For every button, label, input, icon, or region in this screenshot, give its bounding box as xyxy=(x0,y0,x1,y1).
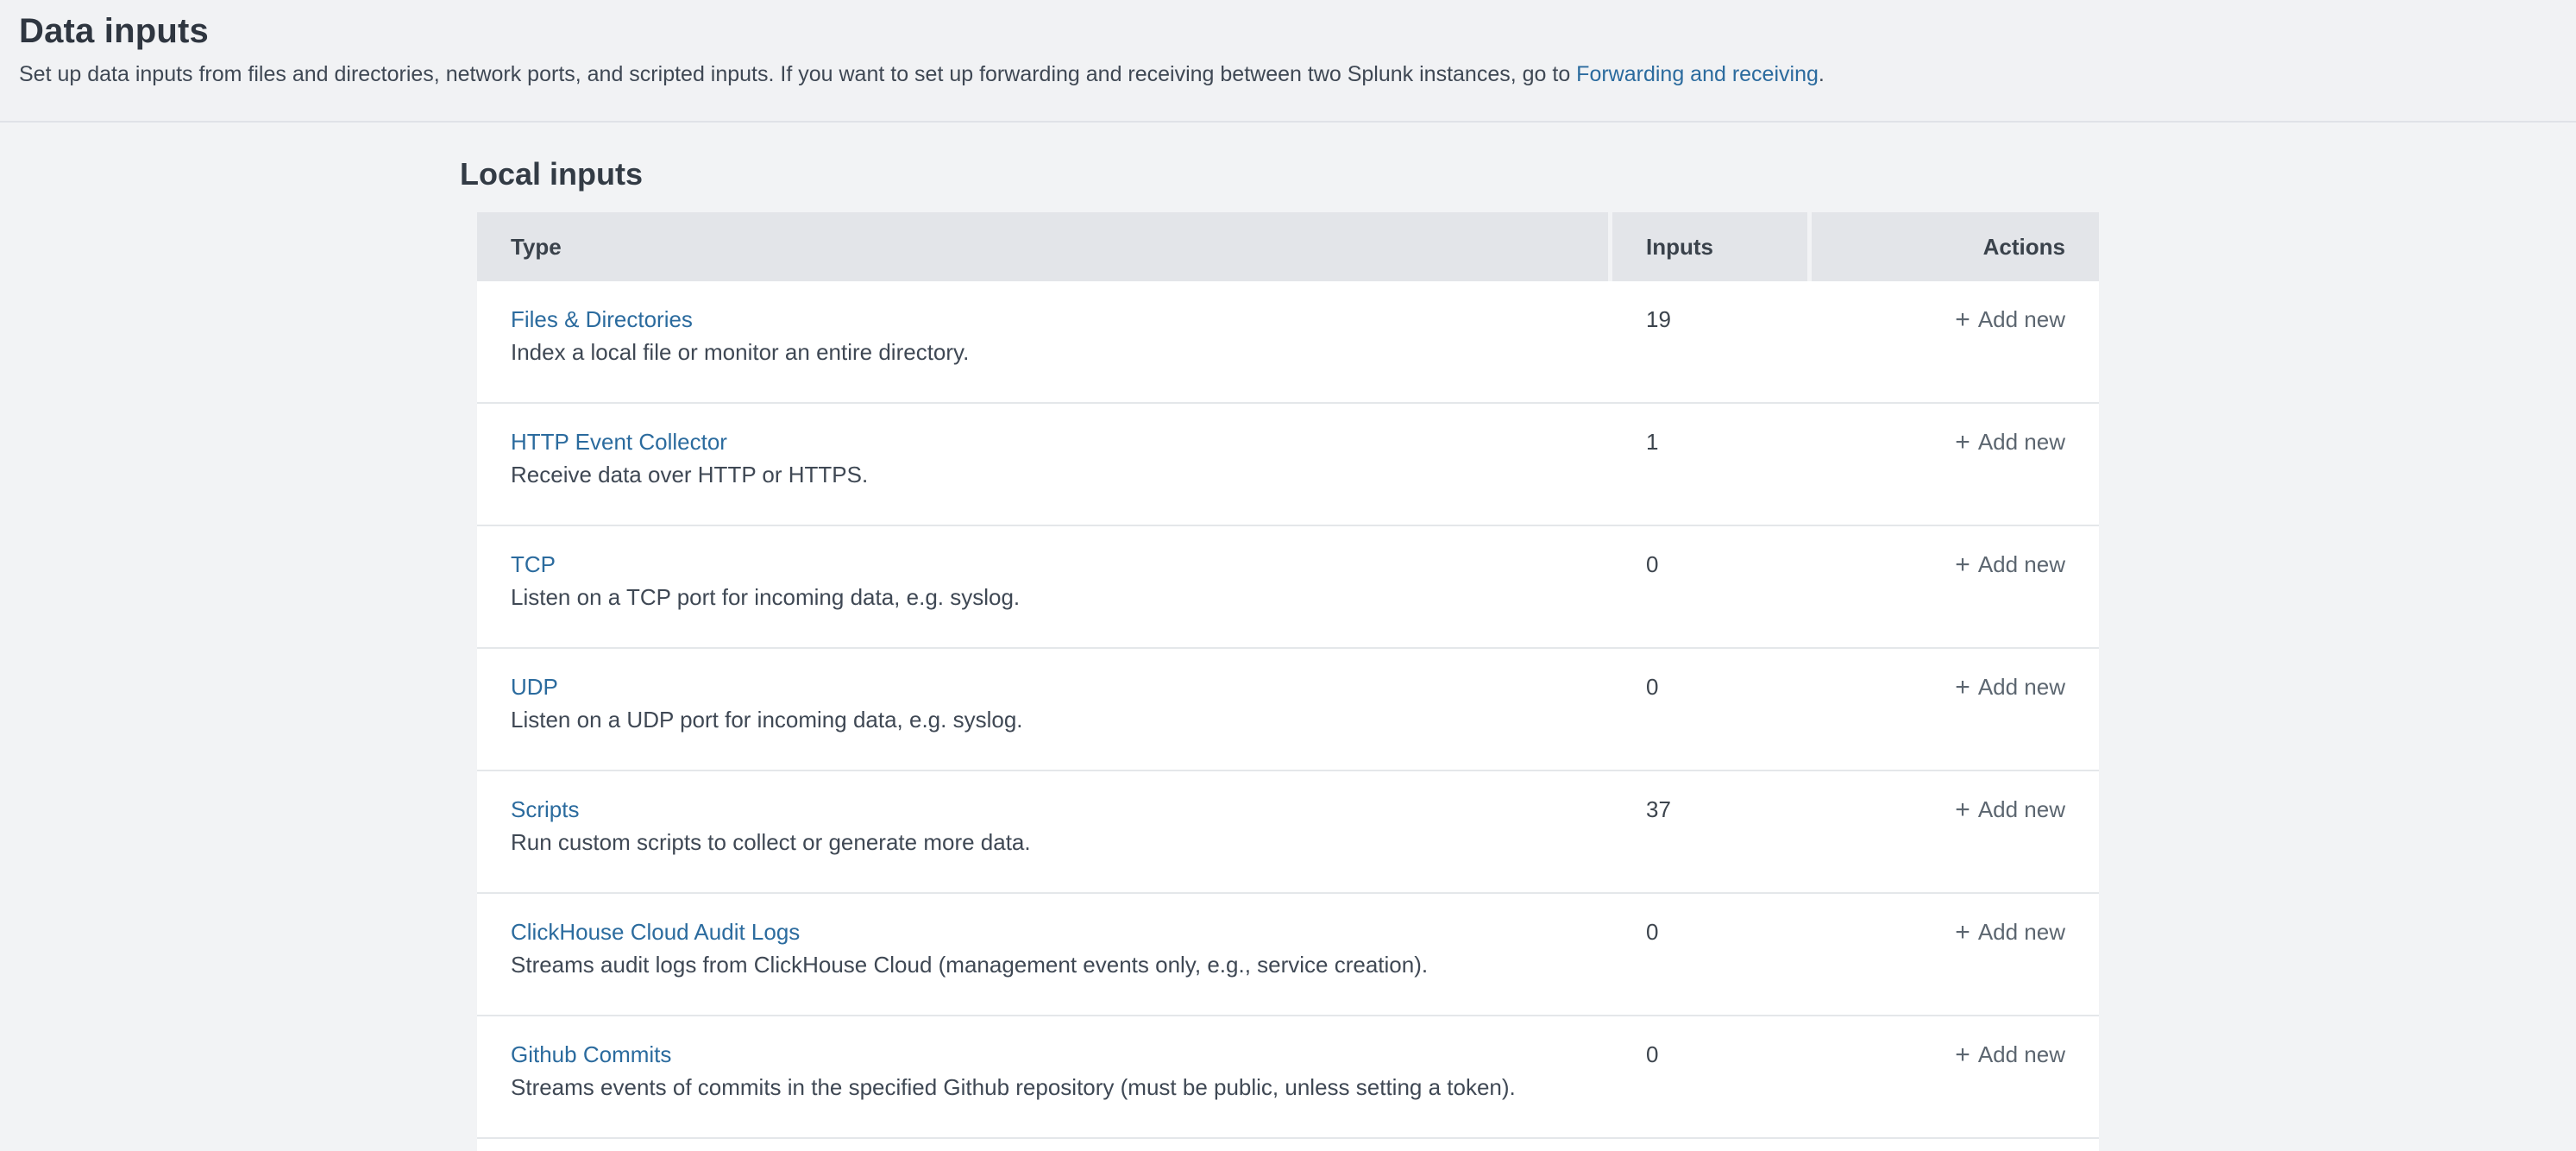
plus-icon: + xyxy=(1955,673,1970,701)
table-body: Files & Directories Index a local file o… xyxy=(477,281,2099,1139)
input-type-link[interactable]: UDP xyxy=(511,671,558,702)
inputs-count-cell: 1 xyxy=(1612,426,1812,525)
data-inputs-page: Data inputs Set up data inputs from file… xyxy=(0,0,2576,1151)
plus-icon: + xyxy=(1955,428,1970,456)
plus-icon: + xyxy=(1955,550,1970,579)
add-new-label: Add new xyxy=(1978,796,2065,822)
table-row: Scripts Run custom scripts to collect or… xyxy=(477,771,2099,894)
page-title: Data inputs xyxy=(19,10,2576,52)
table-row: Github Commits Streams events of commits… xyxy=(477,1016,2099,1139)
page-description-period: . xyxy=(1819,62,1825,86)
type-cell: Scripts Run custom scripts to collect or… xyxy=(477,794,1612,892)
input-type-link[interactable]: Files & Directories xyxy=(511,304,693,335)
add-new-label: Add new xyxy=(1978,674,2065,700)
actions-cell: + Add new xyxy=(1812,426,2099,525)
plus-icon: + xyxy=(1955,918,1970,947)
table-row-partial xyxy=(477,1139,2099,1151)
actions-cell: + Add new xyxy=(1812,916,2099,1015)
actions-cell: + Add new xyxy=(1812,671,2099,770)
actions-cell: + Add new xyxy=(1812,304,2099,402)
page-description: Set up data inputs from files and direct… xyxy=(19,60,2576,88)
type-cell: Files & Directories Index a local file o… xyxy=(477,304,1612,402)
input-type-description: Receive data over HTTP or HTTPS. xyxy=(511,459,1612,490)
add-new-button[interactable]: + Add new xyxy=(1955,306,2065,332)
input-type-description: Index a local file or monitor an entire … xyxy=(511,336,1612,368)
input-type-description: Listen on a UDP port for incoming data, … xyxy=(511,704,1612,735)
input-type-link[interactable]: ClickHouse Cloud Audit Logs xyxy=(511,916,800,947)
add-new-label: Add new xyxy=(1978,429,2065,455)
table-row: UDP Listen on a UDP port for incoming da… xyxy=(477,649,2099,771)
input-type-link[interactable]: Github Commits xyxy=(511,1039,671,1070)
add-new-label: Add new xyxy=(1978,306,2065,332)
table-header-row: Type Inputs Actions xyxy=(477,212,2099,281)
local-inputs-table: Type Inputs Actions Files & Directories … xyxy=(477,212,2099,1151)
table-row: TCP Listen on a TCP port for incoming da… xyxy=(477,526,2099,649)
actions-cell: + Add new xyxy=(1812,794,2099,892)
add-new-label: Add new xyxy=(1978,919,2065,945)
input-type-description: Streams audit logs from ClickHouse Cloud… xyxy=(511,949,1612,980)
plus-icon: + xyxy=(1955,1041,1970,1069)
type-cell: ClickHouse Cloud Audit Logs Streams audi… xyxy=(477,916,1612,1015)
add-new-label: Add new xyxy=(1978,551,2065,577)
column-header-inputs: Inputs xyxy=(1612,212,1807,281)
table-row: ClickHouse Cloud Audit Logs Streams audi… xyxy=(477,894,2099,1016)
page-description-text: Set up data inputs from files and direct… xyxy=(19,62,1576,86)
local-inputs-heading: Local inputs xyxy=(460,155,643,193)
add-new-button[interactable]: + Add new xyxy=(1955,674,2065,700)
inputs-count-cell: 37 xyxy=(1612,794,1812,892)
table-row: Files & Directories Index a local file o… xyxy=(477,281,2099,404)
add-new-button[interactable]: + Add new xyxy=(1955,429,2065,455)
inputs-count-cell: 0 xyxy=(1612,549,1812,647)
add-new-label: Add new xyxy=(1978,1041,2065,1067)
inputs-count-cell: 19 xyxy=(1612,304,1812,402)
add-new-button[interactable]: + Add new xyxy=(1955,919,2065,945)
inputs-count-cell: 0 xyxy=(1612,671,1812,770)
actions-cell: + Add new xyxy=(1812,1039,2099,1137)
type-cell: TCP Listen on a TCP port for incoming da… xyxy=(477,549,1612,647)
inputs-count-cell: 0 xyxy=(1612,916,1812,1015)
page-header-banner: Data inputs Set up data inputs from file… xyxy=(0,0,2576,123)
input-type-description: Run custom scripts to collect or generat… xyxy=(511,827,1612,858)
plus-icon: + xyxy=(1955,796,1970,824)
actions-cell: + Add new xyxy=(1812,549,2099,647)
inputs-count-cell: 0 xyxy=(1612,1039,1812,1137)
add-new-button[interactable]: + Add new xyxy=(1955,551,2065,577)
table-row: HTTP Event Collector Receive data over H… xyxy=(477,404,2099,526)
column-header-type: Type xyxy=(477,212,1608,281)
input-type-link[interactable]: TCP xyxy=(511,549,556,580)
add-new-button[interactable]: + Add new xyxy=(1955,1041,2065,1067)
input-type-description: Listen on a TCP port for incoming data, … xyxy=(511,582,1612,613)
add-new-button[interactable]: + Add new xyxy=(1955,796,2065,822)
input-type-description: Streams events of commits in the specifi… xyxy=(511,1072,1612,1103)
type-cell: Github Commits Streams events of commits… xyxy=(477,1039,1612,1137)
forwarding-and-receiving-link[interactable]: Forwarding and receiving xyxy=(1576,62,1819,86)
column-header-actions: Actions xyxy=(1812,212,2099,281)
input-type-link[interactable]: HTTP Event Collector xyxy=(511,426,727,457)
type-cell: UDP Listen on a UDP port for incoming da… xyxy=(477,671,1612,770)
type-cell: HTTP Event Collector Receive data over H… xyxy=(477,426,1612,525)
input-type-link[interactable]: Scripts xyxy=(511,794,579,825)
plus-icon: + xyxy=(1955,305,1970,334)
